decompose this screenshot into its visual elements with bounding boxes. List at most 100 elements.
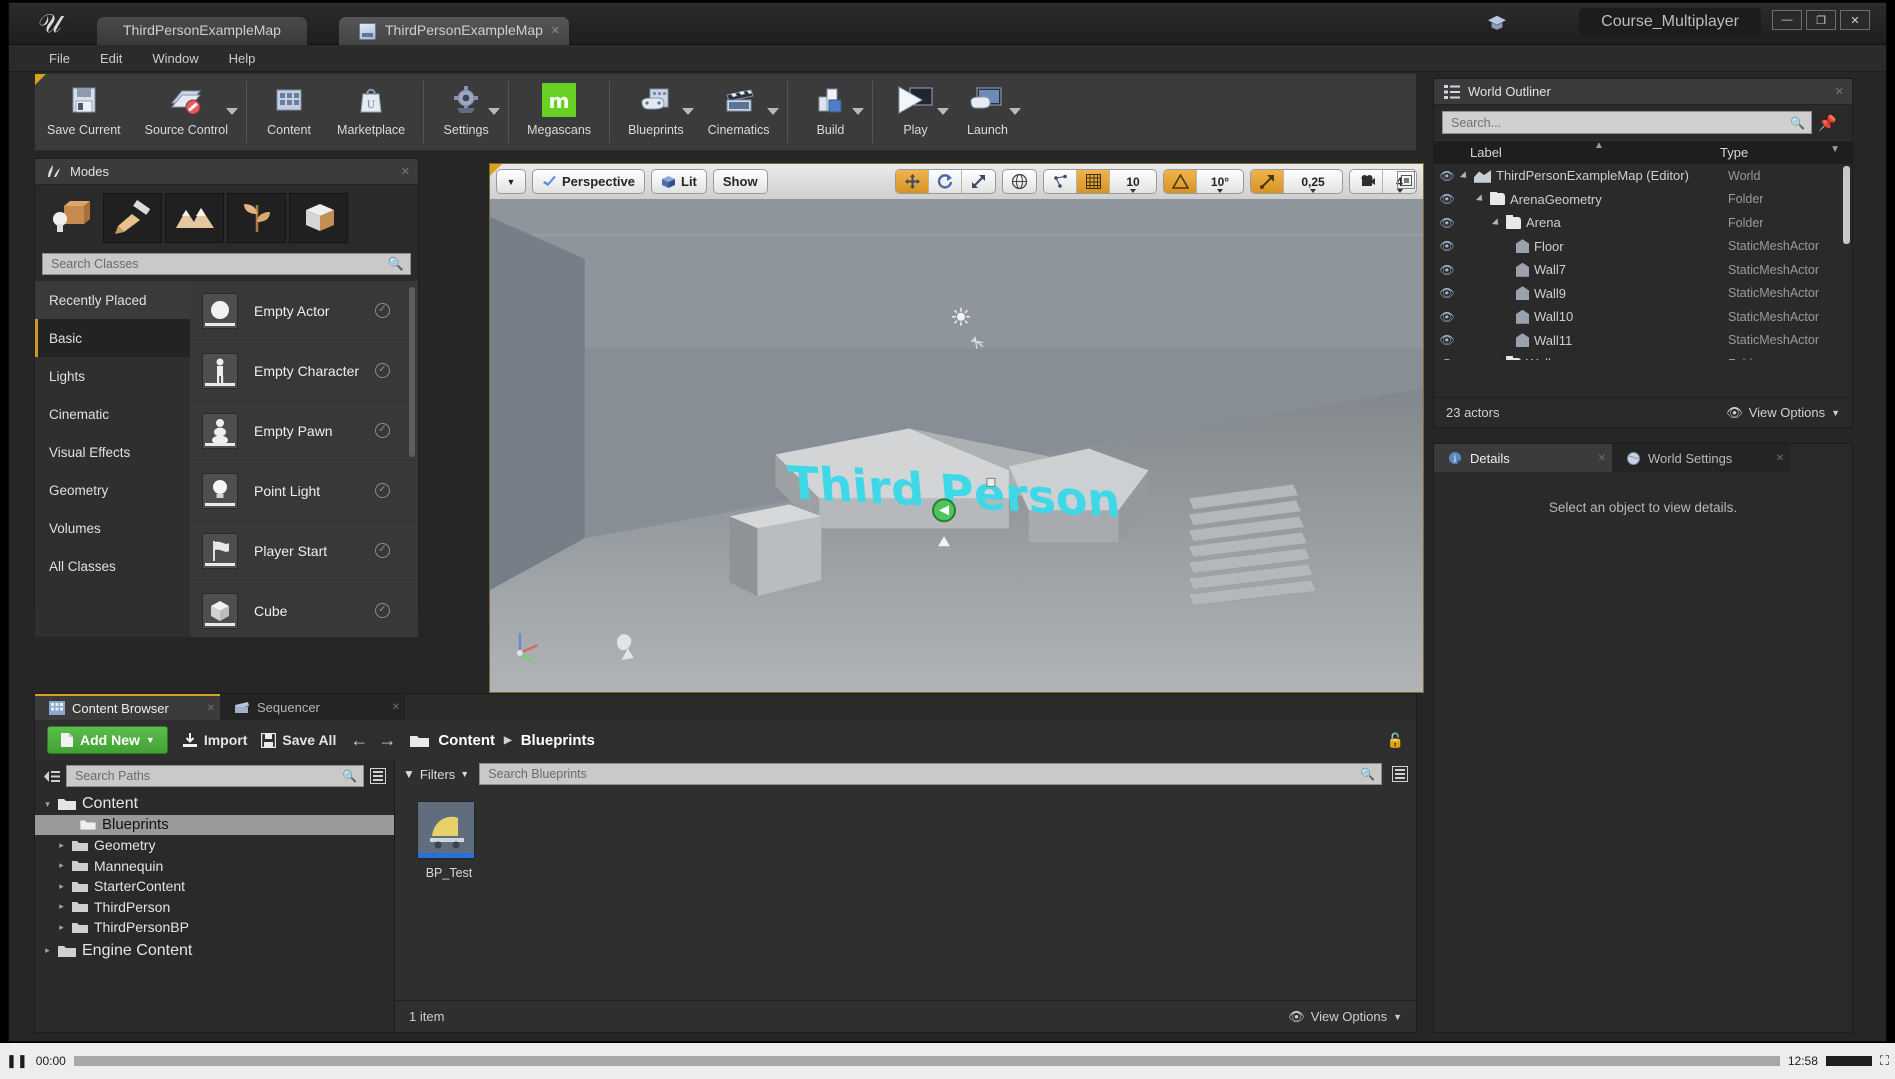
outliner-search-input[interactable]: Search... 🔍 📌 <box>1442 111 1837 134</box>
volume-slider[interactable] <box>1825 1056 1872 1066</box>
close-tab-icon[interactable]: ✕ <box>392 702 400 713</box>
expand-arrow-icon[interactable]: ▸ <box>57 860 66 871</box>
expand-arrow-icon[interactable] <box>1460 171 1470 181</box>
search-icon[interactable]: 🔍 <box>342 769 357 783</box>
pin-icon[interactable]: 📌 <box>1818 114 1837 132</box>
landscape-mode-icon[interactable] <box>165 193 224 243</box>
toolbar-cinematics[interactable]: Cinematics <box>696 74 782 150</box>
search-icon[interactable]: 🔍 <box>1360 767 1375 781</box>
toolbar-marketplace[interactable]: U Marketplace <box>325 74 417 150</box>
outliner-row[interactable]: 👁 Wall10 StaticMeshActor <box>1434 305 1852 329</box>
category-geometry[interactable]: Geometry <box>35 471 190 509</box>
outliner-row[interactable]: 👁 Floor StaticMeshActor <box>1434 235 1852 259</box>
column-type[interactable]: Type <box>1720 145 1748 160</box>
info-icon[interactable]: ✓ <box>375 303 390 318</box>
search-classes-input[interactable]: Search Classes 🔍 <box>42 253 411 275</box>
world-space-icon[interactable] <box>1003 170 1036 193</box>
chevron-down-icon[interactable] <box>226 108 239 115</box>
tree-item-geometry[interactable]: ▸ Geometry <box>35 835 394 856</box>
outliner-scrollbar[interactable] <box>1843 166 1850 244</box>
placeable-item[interactable]: Empty Actor ✓ <box>190 281 418 341</box>
pause-icon[interactable]: ❚❚ <box>6 1053 28 1069</box>
close-tab-icon[interactable]: ✕ <box>551 24 560 37</box>
paint-mode-icon[interactable] <box>103 193 162 243</box>
toolbar-save-current[interactable]: Save Current <box>35 74 133 150</box>
import-button[interactable]: Import <box>182 732 247 748</box>
camera-speed-icon[interactable] <box>1350 170 1383 193</box>
toolbar-megascans[interactable]: m Megascans <box>515 74 603 150</box>
expand-arrow-icon[interactable]: ▸ <box>57 901 66 912</box>
rotation-snap-value[interactable]: 10° <box>1197 170 1243 193</box>
outliner-row[interactable]: 👁 Arena Folder <box>1434 211 1852 235</box>
path-search-input[interactable]: Search Paths 🔍 <box>66 765 364 787</box>
rotate-icon[interactable] <box>929 170 962 193</box>
chevron-down-icon[interactable] <box>1009 108 1022 115</box>
chevron-down-icon[interactable] <box>681 108 694 115</box>
viewport-scene[interactable]: Third Person <box>490 199 1423 693</box>
tree-item-content[interactable]: ▾ Content <box>35 794 394 815</box>
chevron-down-icon[interactable] <box>767 108 780 115</box>
column-label[interactable]: Label <box>1434 145 1720 160</box>
save-all-button[interactable]: Save All <box>261 732 336 748</box>
category-all-classes[interactable]: All Classes <box>35 547 190 585</box>
level-viewport[interactable]: ▼ Perspective Lit Show 10 10° 0,25 4 Thi… <box>489 163 1424 693</box>
tab-world-settings[interactable]: World Settings ✕ <box>1612 444 1790 472</box>
tree-item-startercontent[interactable]: ▸ StarterContent <box>35 876 394 897</box>
grid-snap-value[interactable]: 10 <box>1110 170 1156 193</box>
graduation-cap-icon[interactable] <box>1486 14 1508 32</box>
expand-arrow-icon[interactable]: ▸ <box>57 840 66 851</box>
category-basic[interactable]: Basic <box>35 319 190 357</box>
close-button[interactable]: ✕ <box>1840 10 1870 30</box>
breadcrumb-content[interactable]: Content <box>438 732 495 749</box>
search-icon[interactable]: 🔍 <box>388 256 404 272</box>
category-recently-placed[interactable]: Recently Placed <box>35 281 190 319</box>
arrow-right-icon[interactable]: → <box>378 730 396 751</box>
grid-snap-icon[interactable] <box>1077 170 1110 193</box>
collapse-paths-icon[interactable] <box>43 769 60 784</box>
outliner-row[interactable]: 👁 Wall9 StaticMeshActor <box>1434 282 1852 306</box>
maximize-viewport-icon[interactable] <box>1397 171 1415 189</box>
chevron-down-icon[interactable] <box>852 108 865 115</box>
expand-arrow-icon[interactable]: ▸ <box>57 922 66 933</box>
expand-arrow-icon[interactable]: ▾ <box>43 799 52 810</box>
tree-item-engine-content[interactable]: ▸ Engine Content <box>35 941 394 962</box>
menu-item-help[interactable]: Help <box>217 48 268 69</box>
expand-arrow-icon[interactable]: ▸ <box>43 945 52 956</box>
info-icon[interactable]: ✓ <box>375 423 390 438</box>
outliner-row[interactable]: 👁 ThirdPersonExampleMap (Editor) World <box>1434 164 1852 188</box>
view-mode-button[interactable]: Lit <box>651 169 707 194</box>
minimize-button[interactable]: — <box>1772 10 1802 30</box>
tab-sequencer[interactable]: Sequencer ✕ <box>220 694 405 720</box>
geometry-edit-mode-icon[interactable] <box>289 193 348 243</box>
tab-details[interactable]: i Details ✕ <box>1434 444 1612 472</box>
visibility-eye-icon[interactable]: 👁 <box>1434 286 1460 300</box>
outliner-row[interactable]: 👁 Walkway Folder <box>1434 352 1852 360</box>
toolbar-settings[interactable]: Settings <box>430 74 502 150</box>
visibility-eye-icon[interactable]: 👁 <box>1434 192 1460 206</box>
placeable-item[interactable]: Empty Pawn ✓ <box>190 401 418 461</box>
tree-item-thirdperson[interactable]: ▸ ThirdPerson <box>35 897 394 918</box>
visibility-eye-icon[interactable]: 👁 <box>1434 169 1460 183</box>
visibility-eye-icon[interactable]: 👁 <box>1434 239 1460 253</box>
translate-icon[interactable] <box>896 170 929 193</box>
menu-item-file[interactable]: File <box>37 48 82 69</box>
expand-arrow-icon[interactable] <box>1491 218 1502 228</box>
outliner-tab-close-icon[interactable]: ✕ <box>1835 85 1844 98</box>
tab-content-browser[interactable]: Content Browser ✕ <box>35 694 220 720</box>
toolbar-build[interactable]: Build <box>794 74 866 150</box>
category-cinematic[interactable]: Cinematic <box>35 395 190 433</box>
info-icon[interactable]: ✓ <box>375 363 390 378</box>
tree-item-blueprints[interactable]: Blueprints <box>35 814 394 835</box>
asset-search-input[interactable]: Search Blueprints 🔍 <box>479 763 1382 785</box>
modes-tab[interactable]: Modes ✕ <box>35 159 418 185</box>
scale-snap-value[interactable]: 0,25 <box>1284 170 1342 193</box>
asset-view-options-icon[interactable] <box>1392 766 1408 782</box>
category-lights[interactable]: Lights <box>35 357 190 395</box>
chevron-down-icon[interactable] <box>488 108 501 115</box>
unlock-icon[interactable]: 🔓 <box>1387 732 1404 749</box>
expand-arrow-icon[interactable] <box>1475 194 1486 204</box>
placeable-item[interactable]: Point Light ✓ <box>190 461 418 521</box>
surface-snap-icon[interactable] <box>1044 170 1077 193</box>
toolbar-blueprints[interactable]: Blueprints <box>616 74 696 150</box>
toolbar-launch[interactable]: Launch <box>951 74 1023 150</box>
